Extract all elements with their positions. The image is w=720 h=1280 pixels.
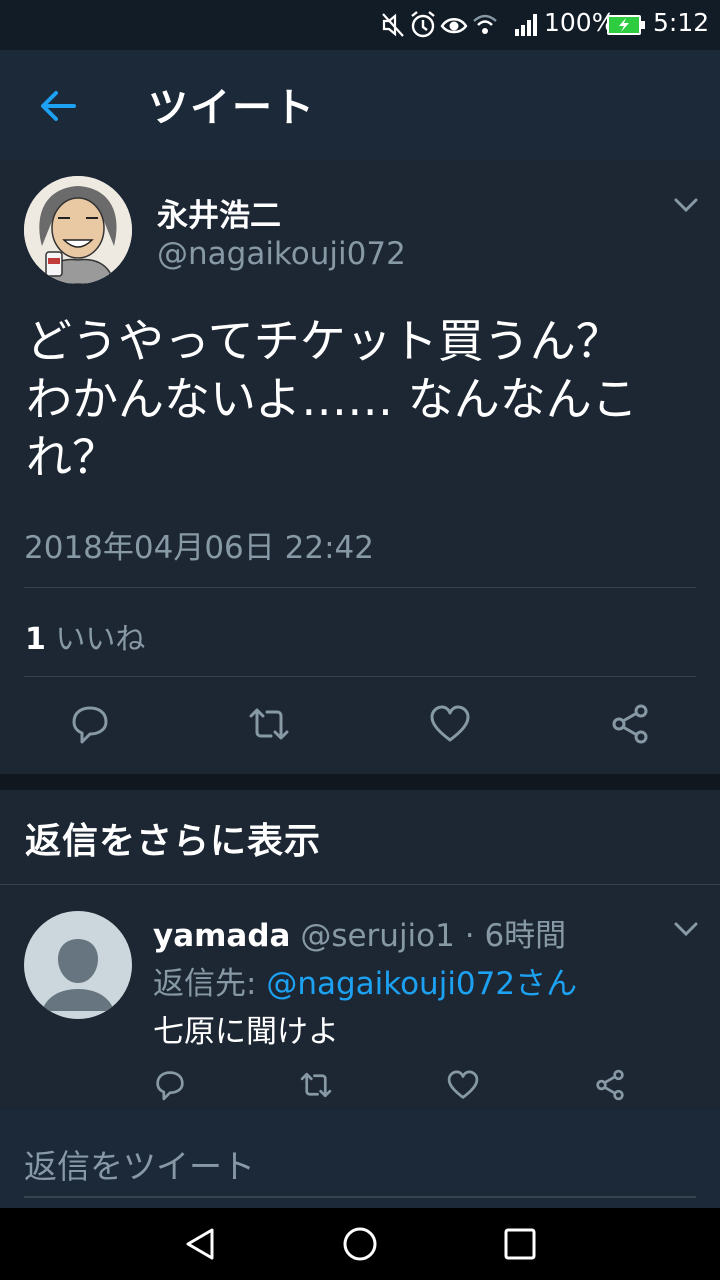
heart-icon[interactable] — [428, 702, 472, 746]
mute-icon — [382, 13, 404, 37]
chevron-down-icon[interactable] — [672, 918, 700, 940]
circle-home-icon[interactable] — [342, 1226, 378, 1262]
show-more-replies-label[interactable]: 返信をさらに表示 — [25, 812, 321, 864]
app-bar — [0, 50, 720, 160]
tweet-text-line: どうやってチケット買うん？ — [26, 314, 622, 368]
reply-icon[interactable] — [153, 1068, 187, 1102]
retweet-icon[interactable] — [247, 702, 291, 746]
alarm-icon — [411, 11, 435, 38]
reply-input-placeholder[interactable]: 返信をツイート — [24, 1140, 255, 1188]
author-name[interactable]: 永井浩二 — [157, 190, 281, 235]
divider — [24, 676, 696, 677]
reply-to-line: 返信先: @nagaikouji072さん — [153, 958, 577, 1003]
battery-charging-icon — [607, 15, 645, 35]
signal-icon — [515, 14, 537, 36]
reply-to-link[interactable]: @nagaikouji072さん — [266, 966, 577, 1002]
likes-stat[interactable]: 1 いいね — [25, 614, 145, 658]
page-title: ツイート — [148, 85, 316, 131]
reply-text: 七原に聞けよ — [153, 1014, 339, 1050]
input-underline — [24, 1196, 696, 1198]
reply-separator: · — [464, 918, 475, 954]
reply-user-handle[interactable]: @serujio1 — [300, 918, 455, 954]
tweet-text-line: わかんないよ…… なんなんこ — [26, 372, 638, 426]
retweet-icon[interactable] — [299, 1068, 333, 1102]
arrow-left-icon[interactable] — [34, 82, 82, 130]
reply-time: 6時間 — [484, 918, 567, 954]
clock: 5:12 — [653, 8, 710, 37]
default-avatar-icon — [42, 939, 114, 1011]
reply-header: yamada @serujio1 · 6時間 — [153, 910, 566, 955]
avatar-illustration — [24, 176, 132, 284]
likes-label: いいね — [55, 622, 146, 657]
tweet-timestamp: 2018年04月06日 22:42 — [24, 530, 374, 566]
wifi-icon — [473, 14, 497, 34]
share-icon[interactable] — [608, 702, 652, 746]
tweet-text: どうやってチケット買うん？ わかんないよ…… なんなんこ れ？ — [26, 312, 696, 486]
triangle-back-icon[interactable] — [182, 1226, 218, 1262]
battery-percent: 100% — [544, 8, 616, 37]
reply-user-name[interactable]: yamada — [153, 918, 290, 954]
system-nav-bar — [0, 1208, 720, 1280]
section-separator — [0, 774, 720, 790]
reply-to-label: 返信先: — [153, 966, 257, 1002]
heart-icon[interactable] — [446, 1068, 480, 1102]
avatar[interactable] — [24, 176, 132, 284]
chevron-down-icon[interactable] — [672, 194, 700, 216]
tweet-text-line: れ？ — [26, 430, 118, 484]
author-handle[interactable]: @nagaikouji072 — [157, 236, 406, 272]
share-icon[interactable] — [593, 1068, 627, 1102]
status-bar: 100% 5:12 — [0, 0, 720, 50]
eye-icon — [440, 18, 468, 34]
reply-icon[interactable] — [68, 702, 112, 746]
likes-count: 1 — [25, 622, 46, 657]
avatar[interactable] — [24, 911, 132, 1019]
square-recent-icon[interactable] — [503, 1227, 537, 1261]
divider — [24, 587, 696, 588]
